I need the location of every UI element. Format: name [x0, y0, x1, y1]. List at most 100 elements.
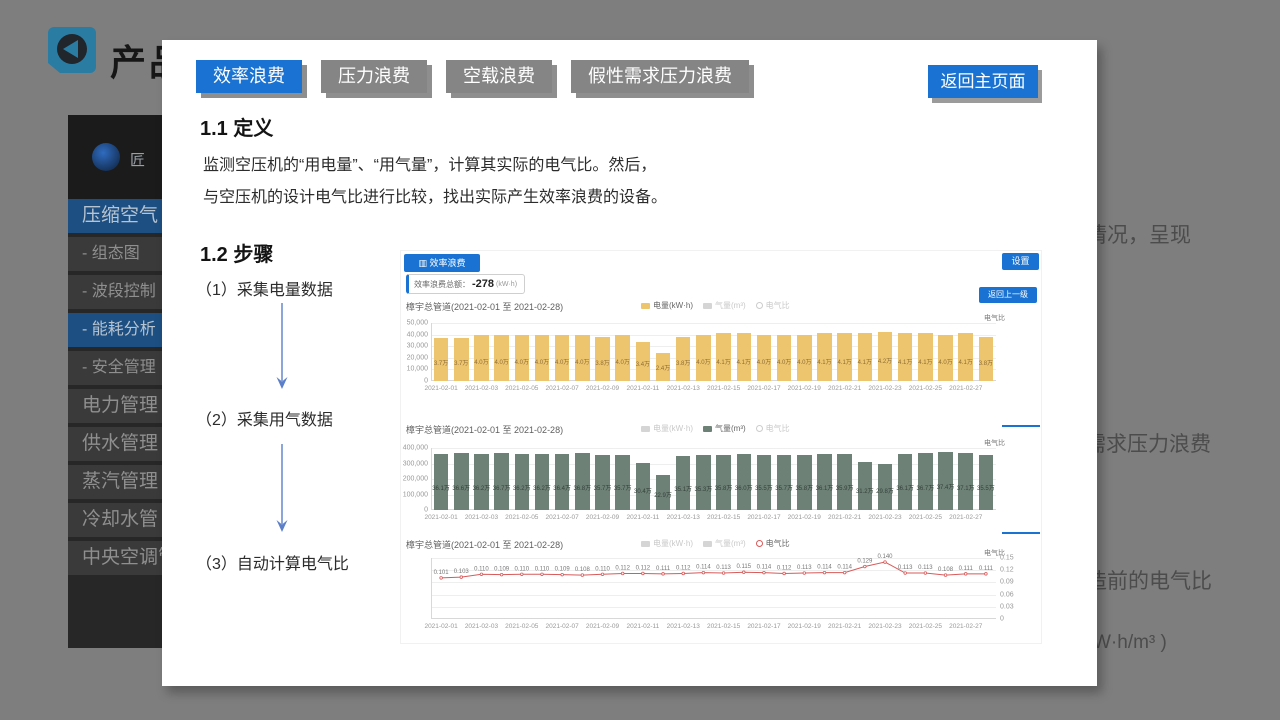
x-axis-tick: 2021-02-09	[586, 514, 619, 521]
definition-line: 与空压机的设计电气比进行比较，找出实际产生效率浪费的设备。	[203, 182, 667, 214]
x-axis-tick: 2021-02-01	[424, 385, 457, 392]
waste-type-tabs: 效率浪费压力浪费空载浪费假性需求压力浪费	[196, 60, 749, 93]
x-axis-tick: 2021-02-11	[626, 623, 659, 630]
x-axis-tick: 2021-02-21	[828, 385, 861, 392]
legend-item: 电气比	[756, 300, 790, 311]
sidebar-item[interactable]: 电力管理	[68, 389, 164, 423]
x-axis-tick: 2021-02-01	[424, 623, 457, 630]
svg-text:0.129: 0.129	[857, 559, 873, 565]
bar: 36.7万	[918, 453, 933, 510]
bar: 36.1万	[898, 454, 913, 510]
y-axis-tick: 100,000	[401, 491, 428, 498]
tab-inactive[interactable]: 假性需求压力浪费	[571, 60, 749, 93]
x-axis-tick: 2021-02-03	[465, 385, 498, 392]
bar: 35.8万	[716, 455, 731, 510]
bar: 4.1万	[716, 333, 731, 381]
bar: 37.4万	[938, 452, 953, 510]
y-axis-tick: 0.12	[1000, 567, 1014, 574]
sidebar-item[interactable]: - 组态图	[68, 237, 164, 271]
bar: 36.0万	[737, 454, 752, 510]
y-axis-tick: 0	[401, 507, 428, 514]
x-axis-tick: 2021-02-03	[465, 514, 498, 521]
y-axis-tick: 0	[401, 378, 428, 385]
svg-text:0.113: 0.113	[898, 565, 913, 571]
sidebar-item[interactable]: 供水管理	[68, 427, 164, 461]
bar: 3.4万	[636, 342, 651, 381]
x-axis-tick: 2021-02-21	[828, 623, 861, 630]
sidebar-item[interactable]: 中央空调管	[68, 541, 164, 575]
settings-button[interactable]: 设置	[1002, 253, 1039, 270]
chart-legend: 电量(kW·h)气量(m³)电气比	[641, 423, 790, 434]
legend-item: 气量(m³)	[703, 423, 746, 434]
svg-text:0.110: 0.110	[535, 566, 550, 572]
bg-text-fragment: 造前的电气比	[1086, 565, 1212, 595]
bar: 4.0万	[535, 335, 550, 381]
x-axis-tick: 2021-02-25	[909, 623, 942, 630]
bar: 4.0万	[938, 335, 953, 381]
bar: 3.8万	[676, 337, 691, 381]
bar: 29.8万	[878, 464, 893, 510]
bar: 4.0万	[555, 335, 570, 381]
legend-item: 电气比	[756, 423, 790, 434]
tab-active[interactable]: 效率浪费	[196, 60, 302, 93]
bar: 4.0万	[494, 335, 509, 381]
sidebar-item[interactable]: - 安全管理	[68, 351, 164, 385]
x-axis-tick: 2021-02-05	[505, 385, 538, 392]
right-axis-label: 电气比	[984, 313, 1005, 323]
bar: 3.7万	[434, 338, 449, 381]
efficiency-waste-button[interactable]: ▥ 效率浪费	[404, 254, 480, 272]
y-axis-tick: 0.03	[1000, 603, 1014, 610]
x-axis-tick: 2021-02-05	[505, 623, 538, 630]
svg-text:0.112: 0.112	[777, 565, 792, 571]
back-level-button[interactable]: 返回上一级	[979, 287, 1037, 303]
bar: 4.0万	[757, 335, 772, 381]
tab-inactive[interactable]: 压力浪费	[321, 60, 427, 93]
bar: 4.0万	[615, 335, 630, 381]
x-axis-tick: 2021-02-23	[868, 514, 901, 521]
y-axis-tick: 0.06	[1000, 591, 1014, 598]
sidebar-item[interactable]: 压缩空气	[68, 199, 164, 233]
steps-heading: 1.2 步骤	[200, 238, 273, 267]
bar: 36.7万	[494, 453, 509, 510]
y-axis-tick: 40,000	[401, 331, 428, 338]
y-axis-tick: 30,000	[401, 343, 428, 350]
x-axis-tick: 2021-02-21	[828, 514, 861, 521]
return-main-button[interactable]: 返回主页面	[928, 65, 1038, 98]
back-arrow-icon	[48, 27, 96, 78]
bar: 36.1万	[817, 454, 832, 510]
sidebar-item[interactable]: 蒸汽管理	[68, 465, 164, 499]
svg-text:0.112: 0.112	[615, 565, 630, 571]
sidebar-item[interactable]: 冷却水管	[68, 503, 164, 537]
x-axis-tick: 2021-02-15	[707, 514, 740, 521]
y-axis-tick: 0.09	[1000, 579, 1014, 586]
bar: 22.9万	[656, 475, 671, 510]
step-1-label: （1）采集电量数据	[196, 276, 333, 300]
y-axis-tick: 0	[1000, 616, 1004, 623]
sidebar-item[interactable]: - 能耗分析	[68, 313, 164, 347]
bar: 4.0万	[575, 335, 590, 381]
tab-inactive[interactable]: 空载浪费	[446, 60, 552, 93]
x-axis-tick: 2021-02-19	[788, 623, 821, 630]
svg-text:0.110: 0.110	[474, 566, 489, 572]
bar: 36.4万	[555, 454, 570, 510]
sidebar-header: 匠	[68, 115, 164, 199]
down-arrow-icon	[274, 303, 290, 389]
x-axis-tick: 2021-02-11	[626, 385, 659, 392]
waste-total-unit: (kW·h)	[496, 281, 517, 288]
waste-total-box: 效率浪费总额： -278 (kW·h)	[406, 274, 525, 294]
bar: 31.2万	[858, 462, 873, 510]
step-2-label: （2）采集用气数据	[196, 406, 333, 430]
content-panel: 效率浪费压力浪费空载浪费假性需求压力浪费 返回主页面 1.1 定义 监测空压机的…	[162, 40, 1097, 686]
svg-text:0.113: 0.113	[716, 565, 731, 571]
x-axis-tick: 2021-02-03	[465, 623, 498, 630]
bar: 35.7万	[615, 455, 630, 510]
sidebar-item[interactable]: - 波段控制	[68, 275, 164, 309]
sidebar-menu: 压缩空气 - 组态图 - 波段控制 - 能耗分析 - 安全管理电力管理供水管理蒸汽管理冷…	[68, 199, 164, 575]
svg-text:0.111: 0.111	[959, 566, 974, 572]
bar: 3.8万	[595, 337, 610, 381]
y-axis-tick: 10,000	[401, 366, 428, 373]
bar: 36.2万	[535, 454, 550, 510]
x-axis-tick: 2021-02-25	[909, 385, 942, 392]
svg-text:0.113: 0.113	[797, 565, 812, 571]
svg-text:0.108: 0.108	[938, 567, 954, 573]
